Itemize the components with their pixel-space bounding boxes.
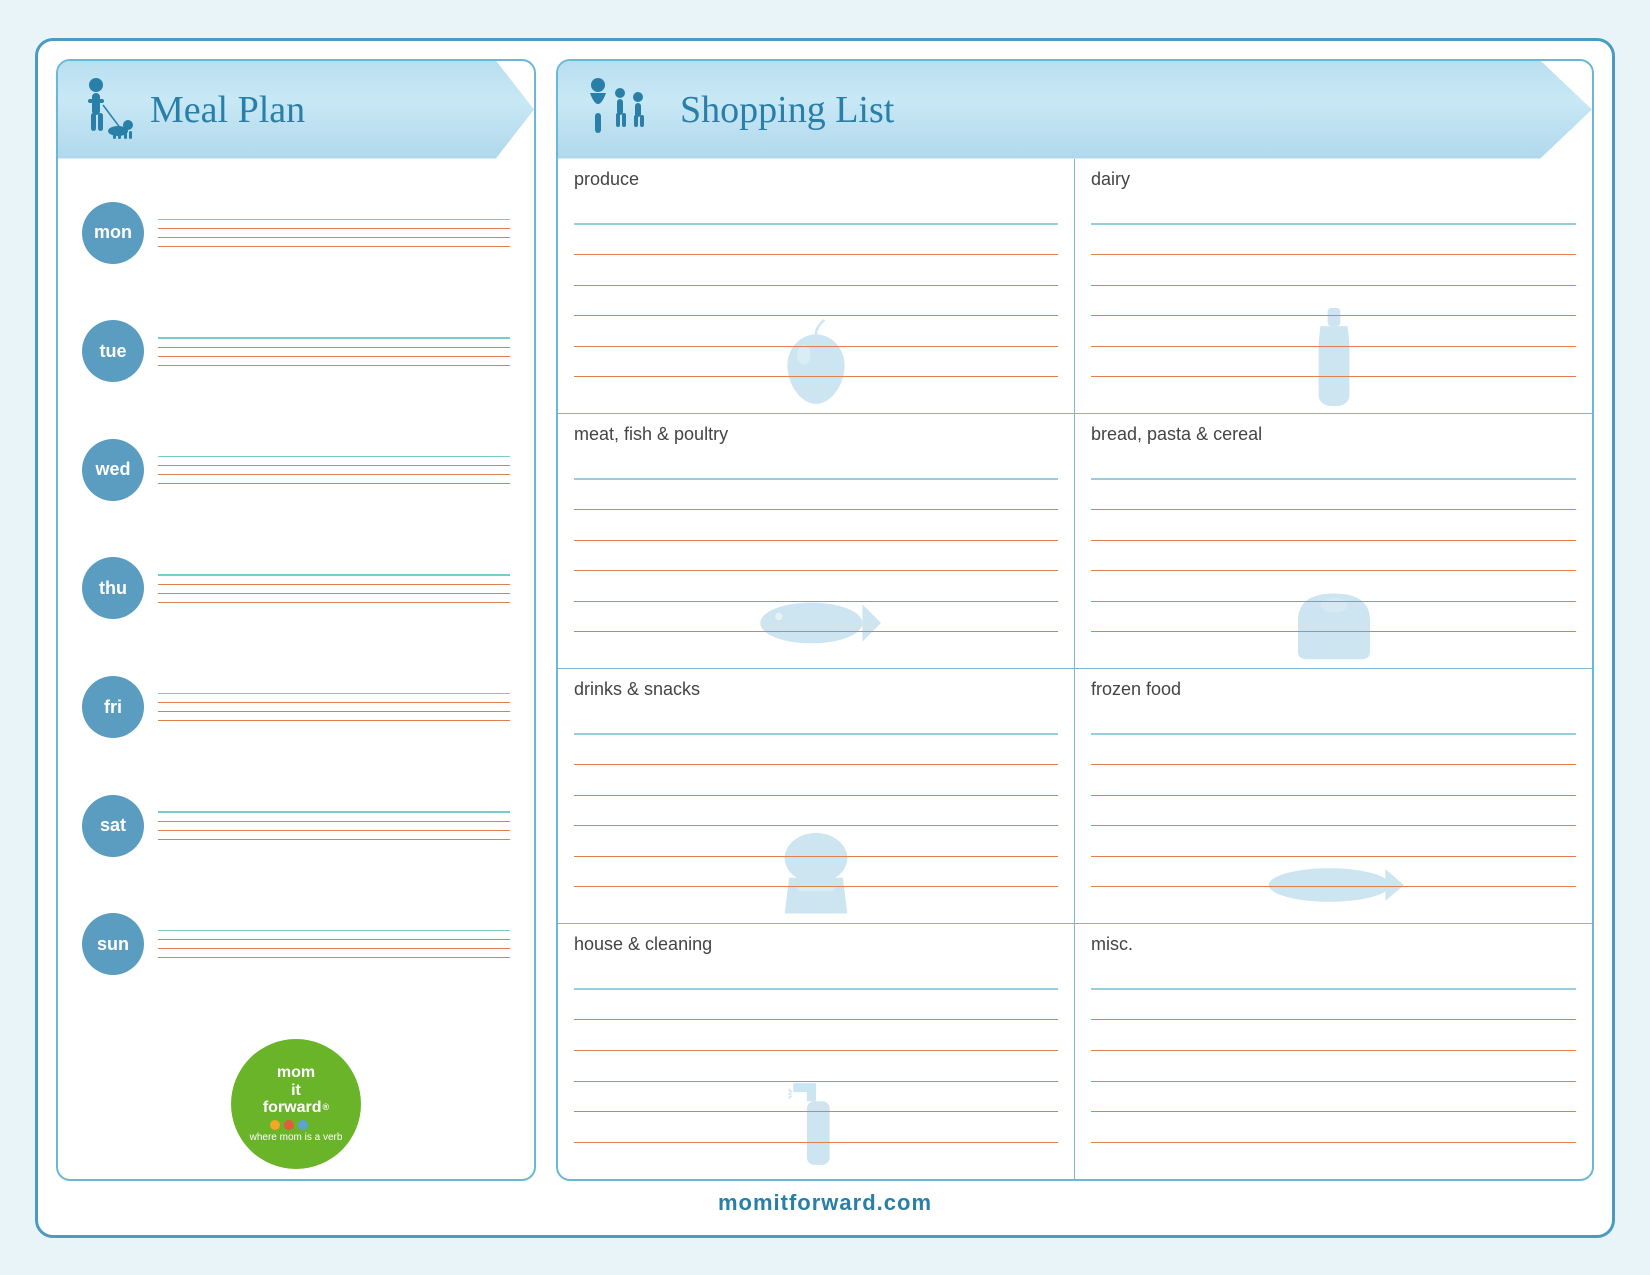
line — [158, 811, 510, 813]
shopping-panel: Shopping List produce — [556, 59, 1594, 1181]
section-bread: bread, pasta & cereal — [1075, 414, 1592, 669]
section-label-misc: misc. — [1091, 934, 1576, 955]
meal-plan-icon — [78, 75, 138, 145]
section-label-dairy: dairy — [1091, 169, 1576, 190]
dot-green — [312, 1120, 322, 1130]
meal-plan-body: mon tue — [58, 159, 534, 1029]
day-row-mon: mon — [82, 202, 510, 264]
section-drinks: drinks & snacks — [558, 669, 1075, 924]
line — [158, 930, 510, 932]
section-misc: misc. — [1075, 924, 1592, 1179]
logo-text: mom it forward® — [263, 1064, 329, 1117]
dot-orange — [270, 1120, 280, 1130]
main-container: Meal Plan mon tue — [35, 38, 1615, 1238]
content-row: Meal Plan mon tue — [56, 59, 1594, 1181]
day-lines-wed — [158, 456, 510, 485]
line — [158, 957, 510, 958]
day-circle-fri: fri — [82, 676, 144, 738]
lines-produce — [574, 194, 1058, 407]
line — [158, 830, 510, 831]
line — [158, 720, 510, 721]
line — [158, 693, 510, 695]
day-circle-thu: thu — [82, 557, 144, 619]
line — [158, 711, 510, 712]
shopping-icon — [578, 75, 668, 145]
meal-plan-title: Meal Plan — [150, 88, 305, 132]
shopping-title: Shopping List — [680, 88, 894, 132]
day-lines-fri — [158, 693, 510, 722]
line — [158, 821, 510, 822]
day-row-thu: thu — [82, 557, 510, 619]
line — [158, 219, 510, 221]
section-label-bread: bread, pasta & cereal — [1091, 424, 1576, 445]
line — [158, 839, 510, 840]
logo-circle: mom it forward® where mom is — [231, 1039, 361, 1169]
line — [158, 365, 510, 366]
logo-dots — [270, 1120, 322, 1130]
section-label-house: house & cleaning — [574, 934, 1058, 955]
shopping-header: Shopping List — [558, 61, 1592, 159]
day-lines-sat — [158, 811, 510, 840]
line — [158, 584, 510, 585]
line — [158, 337, 510, 339]
line — [158, 356, 510, 357]
dot-blue — [298, 1120, 308, 1130]
lines-drinks — [574, 704, 1058, 917]
line — [158, 939, 510, 940]
lines-dairy — [1091, 194, 1576, 407]
lines-meat — [574, 449, 1058, 662]
day-circle-wed: wed — [82, 439, 144, 501]
day-lines-tue — [158, 337, 510, 366]
section-label-meat: meat, fish & poultry — [574, 424, 1058, 445]
line — [158, 602, 510, 603]
day-circle-sat: sat — [82, 795, 144, 857]
day-lines-mon — [158, 219, 510, 248]
section-label-frozen: frozen food — [1091, 679, 1576, 700]
shopping-body: produce — [558, 159, 1592, 1179]
day-row-wed: wed — [82, 439, 510, 501]
line — [158, 474, 510, 475]
footer-bar: momitforward.com — [56, 1181, 1594, 1225]
lines-misc — [1091, 959, 1576, 1173]
line — [158, 465, 510, 466]
line — [158, 347, 510, 348]
day-row-fri: fri — [82, 676, 510, 738]
line — [158, 246, 510, 247]
meal-plan-header: Meal Plan — [58, 61, 534, 159]
section-label-produce: produce — [574, 169, 1058, 190]
section-frozen: frozen food — [1075, 669, 1592, 924]
day-row-sun: sun — [82, 913, 510, 975]
footer-text: momitforward.com — [718, 1190, 932, 1216]
day-circle-sun: sun — [82, 913, 144, 975]
section-produce: produce — [558, 159, 1075, 414]
day-circle-mon: mon — [82, 202, 144, 264]
logo-wrapper: mom it forward® where mom is — [231, 1039, 361, 1169]
lines-house — [574, 959, 1058, 1173]
section-house: house & cleaning — [558, 924, 1075, 1179]
line — [158, 702, 510, 703]
logo-area: mom it forward® where mom is — [58, 1029, 534, 1179]
section-label-drinks: drinks & snacks — [574, 679, 1058, 700]
day-lines-sun — [158, 930, 510, 959]
logo-tagline: where mom is a verb — [250, 1132, 343, 1143]
line — [158, 574, 510, 576]
line — [158, 483, 510, 484]
dot-red — [284, 1120, 294, 1130]
lines-frozen — [1091, 704, 1576, 917]
day-circle-tue: tue — [82, 320, 144, 382]
section-meat: meat, fish & poultry — [558, 414, 1075, 669]
line — [158, 593, 510, 594]
lines-bread — [1091, 449, 1576, 662]
line — [158, 456, 510, 458]
line — [158, 237, 510, 238]
day-row-sat: sat — [82, 795, 510, 857]
day-lines-thu — [158, 574, 510, 603]
line — [158, 228, 510, 229]
section-dairy: dairy — [1075, 159, 1592, 414]
day-row-tue: tue — [82, 320, 510, 382]
meal-plan-panel: Meal Plan mon tue — [56, 59, 536, 1181]
line — [158, 948, 510, 949]
